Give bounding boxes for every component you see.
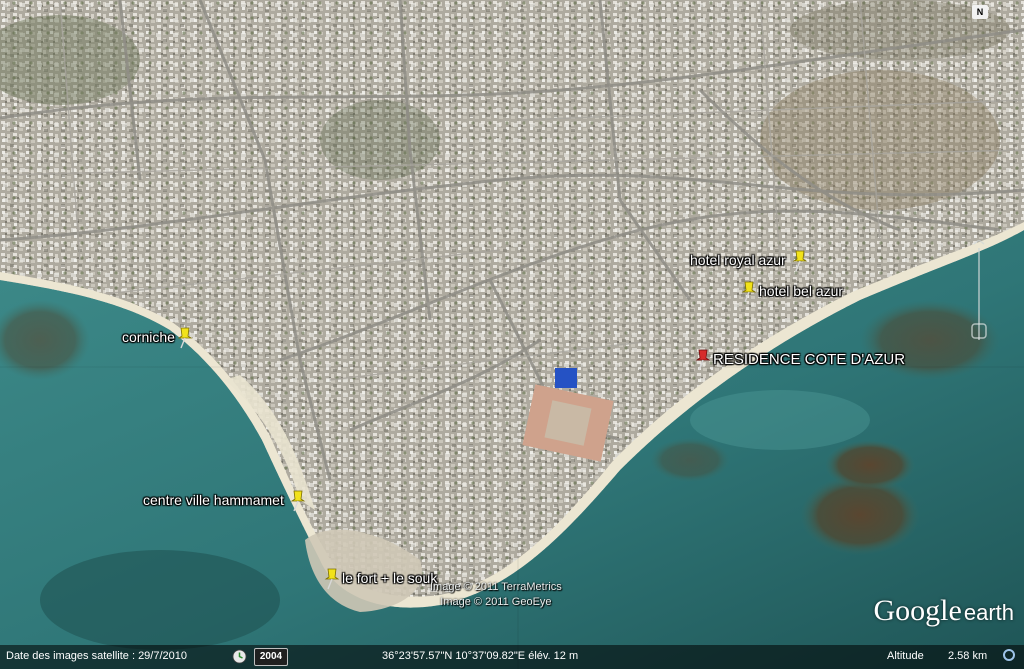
map-viewport[interactable]: corniche centre ville hammamet le fort +… [0,0,1024,669]
placemark-label[interactable]: le fort + le souk [342,570,437,586]
logo-product: earth [963,600,1014,625]
pushpin-icon[interactable] [739,279,759,303]
placemark-label[interactable]: corniche [122,329,175,345]
credit-terrametrics: Image © 2011 TerraMetrics [430,581,562,593]
placemark-centre-ville[interactable]: centre ville hammamet [143,488,308,512]
blue-roof-building [555,368,577,388]
placemark-label[interactable]: hotel bel azur [759,283,843,299]
cursor-coordinates: 36°23'57.57"N 10°37'09.82"E élév. 12 m [382,650,579,662]
north-arrow-icon[interactable]: N [972,5,988,19]
deep-water [40,550,280,650]
stadium-field [544,400,592,446]
placemark-fort-souk[interactable]: le fort + le souk [322,566,437,590]
shallow-water [690,390,870,450]
imagery-date: Date des images satellite : 29/7/2010 [6,650,188,662]
altitude-label: Altitude [887,650,924,662]
pushpin-icon[interactable] [790,248,810,272]
history-clock-icon[interactable] [232,649,247,664]
reef [650,438,730,482]
placemark-hotel-royal-azur[interactable]: hotel royal azur [690,248,810,272]
streaming-status-icon [1003,649,1015,661]
pushpin-icon[interactable] [322,566,342,590]
historical-imagery-year[interactable]: 2004 [254,648,288,666]
pushpin-icon[interactable] [175,325,195,349]
zoom-slider[interactable] [968,240,990,355]
logo-brand: Google [873,594,962,627]
placemark-label[interactable]: hotel royal azur [690,252,786,268]
altitude-value: 2.58 km [948,650,988,662]
placemark-hotel-bel-azur[interactable]: hotel bel azur [739,279,843,303]
vegetation-patch [320,100,440,180]
google-earth-logo: Googleearth [874,594,1014,628]
credit-geoeye: Image © 2011 GeoEye [440,596,552,608]
placemark-label[interactable]: centre ville hammamet [143,492,284,508]
placemark-corniche[interactable]: corniche [122,325,195,349]
status-bar: Date des images satellite : 29/7/2010 20… [0,645,1024,669]
pushpin-icon[interactable] [288,488,308,512]
imagery-credits: Image © 2011 TerraMetrics Image © 2011 G… [430,580,562,610]
reef [825,440,915,490]
placemark-residence-cote-dazur[interactable]: RESIDENCE COTE D'AZUR [693,347,905,371]
placemark-label[interactable]: RESIDENCE COTE D'AZUR [713,351,905,368]
pushpin-icon[interactable] [693,347,713,371]
